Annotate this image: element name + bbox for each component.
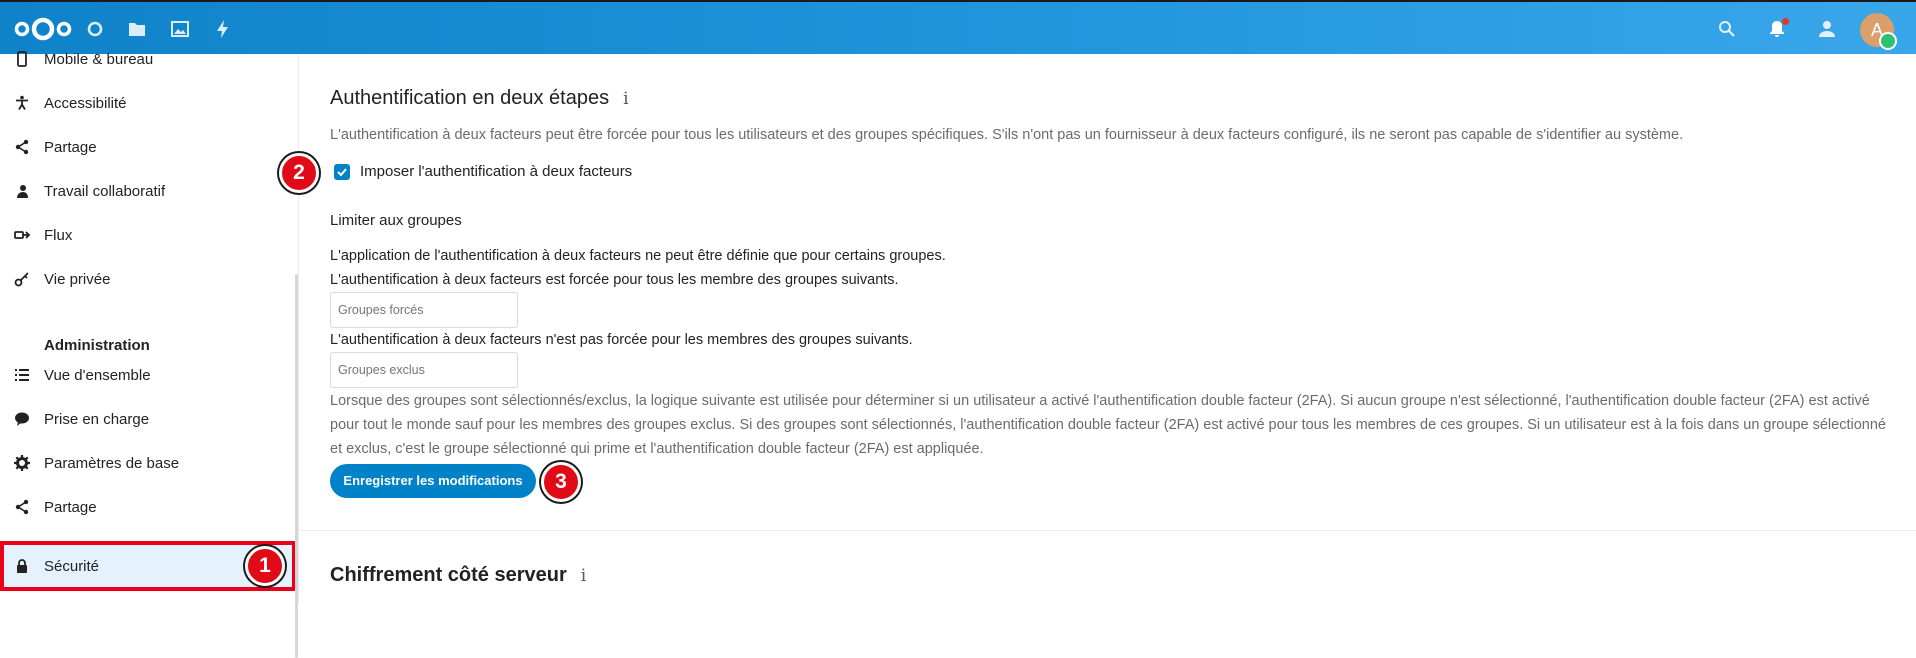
avatar[interactable]: A bbox=[1860, 13, 1897, 50]
sidebar-item-label: Accessibilité bbox=[44, 94, 127, 112]
twofactor-title-text: Authentification en deux étapes bbox=[330, 87, 610, 109]
limit-groups-heading: Limiter aux groupes bbox=[330, 212, 462, 229]
list-icon bbox=[12, 365, 32, 385]
info-icon[interactable]: i bbox=[581, 566, 586, 586]
sidebar-item-label: Mobile & bureau bbox=[44, 50, 154, 68]
sidebar-item-accessibility[interactable]: Accessibilité bbox=[0, 81, 296, 125]
notification-dot bbox=[1782, 18, 1789, 25]
limit-groups-info: L'application de l'authentification à de… bbox=[330, 248, 946, 264]
gear-icon bbox=[12, 453, 32, 473]
encryption-section-title: Chiffrement côté serveur i bbox=[330, 564, 586, 587]
administration-caption: Administration bbox=[44, 337, 150, 354]
flow-icon bbox=[12, 225, 32, 245]
enforce-2fa-row[interactable]: Imposer l'authentification à deux facteu… bbox=[334, 163, 632, 180]
save-changes-button[interactable]: Enregistrer les modifications bbox=[330, 464, 536, 498]
sidebar-item-overview[interactable]: Vue d'ensemble bbox=[0, 353, 296, 397]
sidebar-item-mobile-desktop[interactable]: Mobile & bureau bbox=[0, 37, 296, 81]
sidebar-item-label: Partage bbox=[44, 498, 97, 516]
annotation-badge-1: 1 bbox=[245, 546, 285, 586]
support-icon bbox=[12, 409, 32, 429]
settings-sidebar: Mobile & bureau Accessibilité Partage Tr… bbox=[0, 51, 299, 658]
sidebar-item-groupware[interactable]: Travail collaboratif bbox=[0, 169, 296, 213]
sidebar-item-support[interactable]: Prise en charge bbox=[0, 397, 296, 441]
sidebar-scrollbar[interactable] bbox=[295, 274, 298, 658]
sidebar-item-label: Sécurité bbox=[44, 557, 100, 575]
phone-icon bbox=[12, 49, 32, 69]
contacts-icon[interactable] bbox=[1816, 18, 1838, 40]
enforced-groups-input[interactable] bbox=[330, 292, 518, 328]
excluded-groups-info: L'authentification à deux facteurs n'est… bbox=[330, 332, 913, 348]
sidebar-item-label: Vie privée bbox=[44, 270, 111, 288]
enforce-2fa-checkbox[interactable] bbox=[334, 163, 350, 180]
sidebar-item-label: Partage bbox=[44, 138, 97, 156]
share-icon bbox=[12, 497, 32, 517]
twofactor-section-title: Authentification en deux étapes i bbox=[330, 87, 629, 110]
section-divider bbox=[298, 530, 1916, 531]
groupware-icon bbox=[12, 181, 32, 201]
sidebar-item-label: Travail collaboratif bbox=[44, 182, 166, 200]
encryption-title-text: Chiffrement côté serveur bbox=[330, 564, 567, 586]
sidebar-item-label: Paramètres de base bbox=[44, 454, 180, 472]
sidebar-item-label: Vue d'ensemble bbox=[44, 366, 151, 384]
search-icon[interactable] bbox=[1716, 18, 1738, 40]
sidebar-item-label: Prise en charge bbox=[44, 410, 150, 428]
group-logic-description: Lorsque des groupes sont sélectionnés/ex… bbox=[330, 393, 1886, 457]
notifications-icon[interactable] bbox=[1766, 18, 1789, 40]
sidebar-item-flow[interactable]: Flux bbox=[0, 213, 296, 257]
annotation-badge-2: 2 bbox=[279, 153, 319, 193]
sidebar-item-label: Flux bbox=[44, 226, 73, 244]
lock-icon bbox=[12, 556, 32, 576]
share-icon bbox=[12, 137, 32, 157]
info-icon[interactable]: i bbox=[623, 89, 628, 109]
annotation-badge-3: 3 bbox=[541, 462, 581, 502]
accessibility-icon bbox=[12, 93, 32, 113]
online-status-indicator bbox=[1879, 32, 1897, 50]
sidebar-item-basic-settings[interactable]: Paramètres de base bbox=[0, 441, 296, 485]
enforce-2fa-label: Imposer l'authentification à deux facteu… bbox=[360, 163, 633, 180]
sidebar-item-sharing-admin[interactable]: Partage bbox=[0, 485, 296, 529]
twofactor-description: L'authentification à deux facteurs peut … bbox=[330, 127, 1684, 143]
key-icon bbox=[12, 269, 32, 289]
excluded-groups-input[interactable] bbox=[330, 352, 518, 388]
sidebar-item-privacy[interactable]: Vie privée bbox=[0, 257, 296, 301]
sidebar-item-sharing-personal[interactable]: Partage bbox=[0, 125, 296, 169]
enforced-groups-info: L'authentification à deux facteurs est f… bbox=[330, 272, 899, 288]
